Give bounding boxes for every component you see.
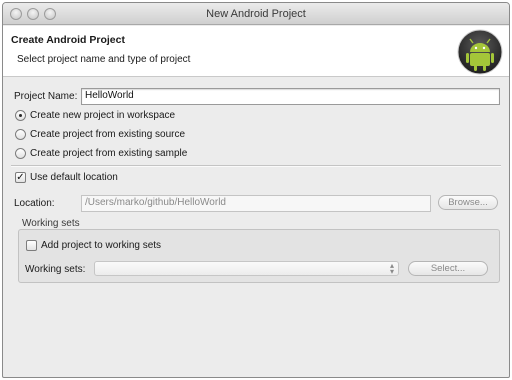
working-sets-group: Add project to working sets Working sets… (18, 229, 500, 283)
project-name-label: Project Name: (14, 91, 78, 102)
add-to-working-sets-label[interactable]: Add project to working sets (41, 240, 161, 251)
android-logo-icon (457, 29, 503, 75)
browse-button[interactable]: Browse... (438, 195, 498, 210)
use-default-location-label[interactable]: Use default location (30, 172, 118, 183)
select-working-sets-button[interactable]: Select... (408, 261, 488, 276)
radio-existing-source-label[interactable]: Create project from existing source (30, 129, 185, 140)
working-sets-combo[interactable]: ▴ ▾ (94, 261, 399, 276)
working-sets-group-label: Working sets (22, 218, 80, 229)
combo-arrows-icon: ▴ ▾ (389, 261, 394, 276)
radio-existing-sample[interactable] (15, 148, 26, 159)
separator (11, 165, 501, 167)
wizard-banner: Create Android Project Select project na… (3, 26, 509, 77)
project-name-input[interactable]: HelloWorld (81, 88, 500, 105)
radio-create-new-project-label[interactable]: Create new project in workspace (30, 110, 175, 121)
location-input[interactable]: /Users/marko/github/HelloWorld (81, 195, 431, 212)
add-to-working-sets-checkbox[interactable] (26, 240, 37, 251)
working-sets-select-label: Working sets: (25, 264, 86, 275)
use-default-location-checkbox[interactable]: ✓ (15, 172, 26, 183)
wizard-window: New Android Project Create Android Proje… (2, 2, 510, 378)
banner-title: Create Android Project (11, 34, 125, 46)
radio-create-new-project[interactable] (15, 110, 26, 121)
radio-existing-sample-label[interactable]: Create project from existing sample (30, 148, 187, 159)
banner-subtitle: Select project name and type of project (17, 54, 191, 65)
window-title: New Android Project (206, 8, 306, 20)
location-label: Location: (14, 198, 55, 209)
title-bar[interactable]: New Android Project (3, 3, 509, 25)
radio-existing-source[interactable] (15, 129, 26, 140)
